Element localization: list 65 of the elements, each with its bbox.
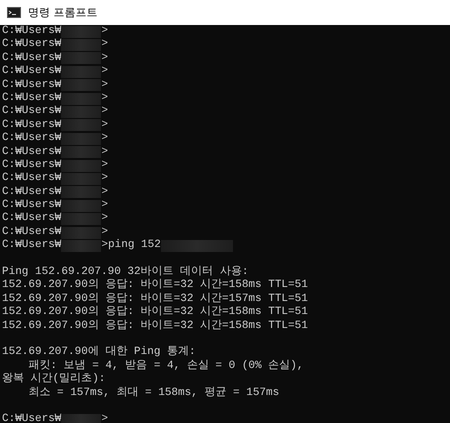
- command-text: >: [101, 118, 108, 132]
- command-text: >: [101, 199, 108, 212]
- prompt-path: C:₩Users₩: [2, 186, 62, 200]
- redacted-block: [61, 160, 102, 172]
- command-text: >: [101, 212, 108, 226]
- redacted-block: [61, 226, 102, 239]
- command-text: >ping 152: [101, 239, 161, 253]
- prompt-path: C:₩Users₩: [2, 65, 62, 79]
- command-text: >: [101, 25, 108, 38]
- output-text: 152.69.207.90에 대한 Ping 통계:: [2, 346, 196, 360]
- command-text: >: [101, 65, 108, 79]
- prompt-path: C:₩Users₩: [2, 118, 62, 132]
- command-text: >: [101, 226, 108, 239]
- terminal-icon: [7, 7, 21, 18]
- command-text: >: [101, 38, 108, 52]
- prompt-path: C:₩Users₩: [2, 226, 62, 240]
- output-text: 패킷: 보냄 = 4, 받음 = 4, 손실 = 0 (0% 손실),: [27, 360, 304, 372]
- prompt-path: C:₩Users₩: [2, 52, 62, 66]
- command-text: >: [101, 146, 108, 159]
- command-text: >: [101, 132, 108, 146]
- prompt-path: C:₩Users₩: [2, 199, 62, 212]
- prompt-path: C:₩Users₩: [2, 413, 62, 423]
- prompt-path: C:₩Users₩: [2, 172, 62, 186]
- redacted-block: [61, 172, 102, 185]
- prompt-path: C:₩Users₩: [2, 158, 62, 172]
- prompt-path: C:₩Users₩: [2, 38, 62, 52]
- output-text: 왕복 시간(밀리초):: [2, 373, 106, 386]
- prompt-path: C:₩Users₩: [2, 25, 62, 38]
- output-text: 152.69.207.90의 응답: 바이트=32 시간=158ms TTL=51: [2, 320, 308, 333]
- prompt-path: C:₩Users₩: [2, 105, 62, 119]
- output-text: 152.69.207.90의 응답: 바이트=32 시간=158ms TTL=51: [2, 279, 308, 292]
- command-text: >: [101, 158, 108, 172]
- prompt-path: C:₩Users₩: [2, 78, 62, 92]
- redacted-block: [61, 92, 102, 105]
- redacted-block: [61, 119, 102, 132]
- command-text: >: [101, 413, 108, 423]
- command-text: >: [101, 92, 108, 106]
- output-text: 152.69.207.90의 응답: 바이트=32 시간=157ms TTL=51: [2, 292, 308, 306]
- prompt-path: C:₩Users₩: [2, 239, 62, 253]
- redacted-block: [61, 66, 102, 78]
- prompt-path: C:₩Users₩: [2, 92, 62, 106]
- redacted-block: [61, 213, 102, 226]
- redacted-block: [61, 146, 102, 158]
- prompt-path: C:₩Users₩: [2, 132, 62, 146]
- redacted-block: [61, 26, 102, 38]
- window-title: 명령 프롬프트: [28, 5, 98, 20]
- output-text: Ping 152.69.207.90 32바이트 데이터 사용:: [2, 266, 248, 278]
- prompt-path: C:₩Users₩: [2, 212, 62, 226]
- command-text: >: [101, 52, 108, 66]
- output-text: 152.69.207.90의 응답: 바이트=32 시간=158ms TTL=51: [2, 306, 308, 320]
- redacted-block: [61, 79, 102, 92]
- command-text: >: [101, 186, 108, 200]
- redacted-block: [61, 39, 102, 52]
- redacted-block: [61, 186, 102, 198]
- redacted-block: [61, 132, 102, 145]
- output-text: 최소 = 157ms, 최대 = 158ms, 평균 = 157ms: [27, 386, 280, 400]
- redacted-block: [61, 414, 102, 423]
- redacted-block: [61, 240, 102, 252]
- redacted-block: [61, 52, 102, 64]
- command-text: >: [101, 105, 108, 119]
- prompt-path: C:₩Users₩: [2, 146, 62, 159]
- command-text: >: [101, 78, 108, 92]
- redacted-block: [61, 106, 102, 118]
- command-text: >: [101, 172, 108, 186]
- redacted-block: [61, 200, 102, 212]
